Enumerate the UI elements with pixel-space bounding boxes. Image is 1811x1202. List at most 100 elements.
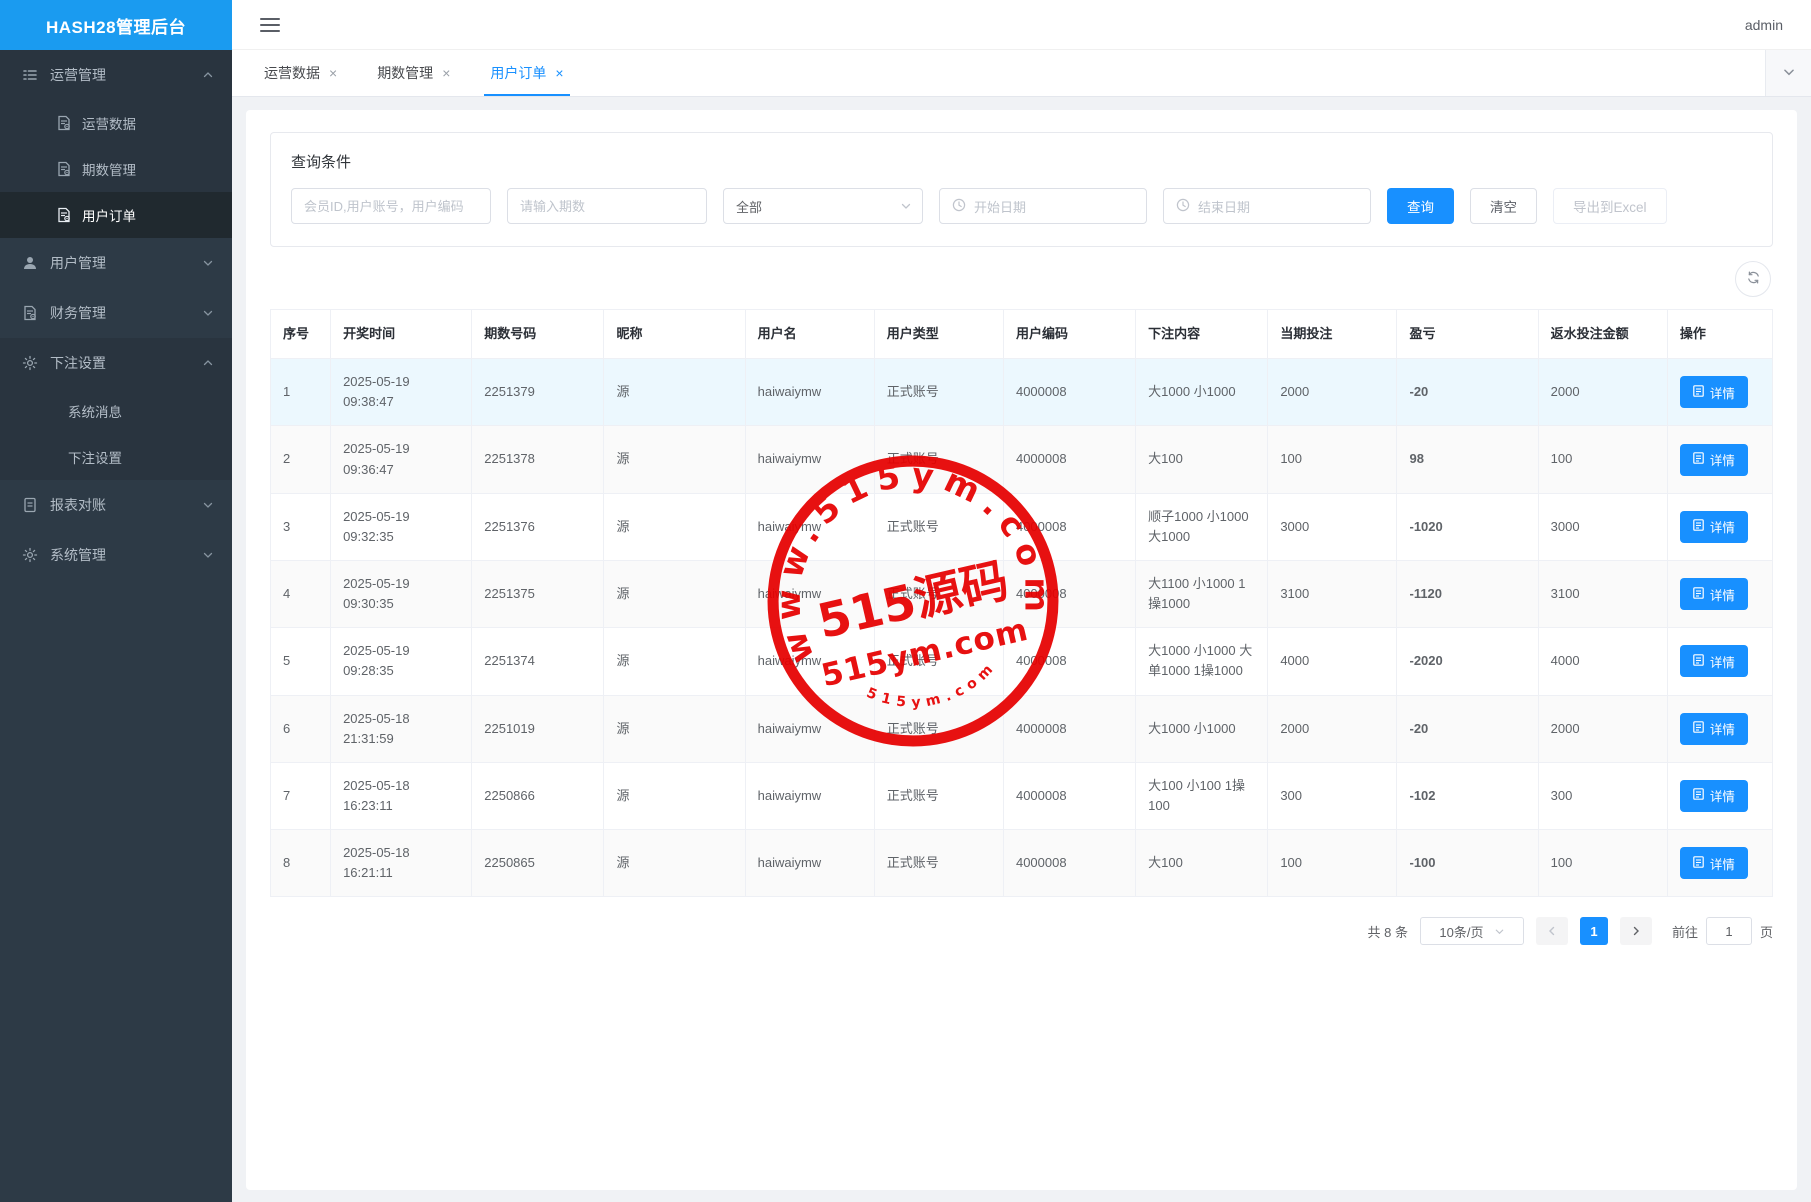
cell-index: 2 xyxy=(271,426,331,493)
column-header: 开奖时间 xyxy=(331,310,472,359)
member-search-input[interactable] xyxy=(291,188,491,224)
cell-user-code: 4000008 xyxy=(1003,695,1135,762)
cell-rebate: 2000 xyxy=(1538,695,1667,762)
period-input[interactable] xyxy=(507,188,707,224)
tab-period-management[interactable]: 期数管理× xyxy=(357,50,470,96)
cell-bet-content: 大1100 小1000 1操1000 xyxy=(1136,560,1268,627)
sidebar-item-finance-management[interactable]: 财务管理 xyxy=(0,288,232,338)
clock-icon xyxy=(1176,198,1190,215)
sidebar-item-system-messages[interactable]: 系统消息 xyxy=(0,388,232,434)
cell-user-type: 正式账号 xyxy=(874,830,1003,897)
chevron-down-icon xyxy=(202,499,214,511)
orders-table: 序号开奖时间期数号码昵称用户名用户类型用户编码下注内容当期投注盈亏返水投注金额操… xyxy=(270,309,1773,897)
export-excel-button[interactable]: 导出到Excel xyxy=(1553,188,1667,224)
cell-index: 5 xyxy=(271,628,331,695)
cell-username: haiwaiymw xyxy=(745,628,874,695)
search-button[interactable]: 查询 xyxy=(1387,188,1454,224)
hamburger-icon[interactable] xyxy=(260,18,280,32)
document-icon xyxy=(1693,385,1704,400)
cell-period: 2250866 xyxy=(472,762,604,829)
cell-nickname: 源 xyxy=(604,695,745,762)
cell-action: 详情 xyxy=(1667,359,1772,426)
cell-period: 2251375 xyxy=(472,560,604,627)
detail-button[interactable]: 详情 xyxy=(1680,780,1748,812)
column-header: 期数号码 xyxy=(472,310,604,359)
cell-username: haiwaiymw xyxy=(745,560,874,627)
start-date-picker[interactable]: 开始日期 xyxy=(939,188,1147,224)
prev-page-button[interactable] xyxy=(1536,917,1568,945)
sidebar-item-operations-data[interactable]: 运营数据 xyxy=(0,100,232,146)
cell-index: 4 xyxy=(271,560,331,627)
page-number-1[interactable]: 1 xyxy=(1580,917,1608,945)
type-select[interactable]: 全部 xyxy=(723,188,923,224)
close-icon[interactable]: × xyxy=(442,66,450,80)
gear-icon xyxy=(22,547,38,563)
page-size-select[interactable]: 10条/页 xyxy=(1420,917,1524,945)
table-header-row: 序号开奖时间期数号码昵称用户名用户类型用户编码下注内容当期投注盈亏返水投注金额操… xyxy=(271,310,1773,359)
cell-action: 详情 xyxy=(1667,426,1772,493)
detail-button-label: 详情 xyxy=(1710,786,1735,805)
doc-gear-icon xyxy=(56,115,72,131)
sidebar-item-operations-management[interactable]: 运营管理 xyxy=(0,50,232,100)
detail-button[interactable]: 详情 xyxy=(1680,713,1748,745)
cell-username: haiwaiymw xyxy=(745,493,874,560)
query-panel: 查询条件 全部 开始日期 xyxy=(270,132,1773,247)
sidebar-item-label: 用户订单 xyxy=(82,205,214,225)
clear-button[interactable]: 清空 xyxy=(1470,188,1537,224)
cell-nickname: 源 xyxy=(604,426,745,493)
detail-button[interactable]: 详情 xyxy=(1680,511,1748,543)
cell-bet-content: 大1000 小1000 大单1000 1操1000 xyxy=(1136,628,1268,695)
cell-profit: -1120 xyxy=(1397,560,1538,627)
cell-bet-amount: 100 xyxy=(1268,830,1397,897)
sidebar-item-period-management[interactable]: 期数管理 xyxy=(0,146,232,192)
next-page-button[interactable] xyxy=(1620,917,1652,945)
cell-profit: 98 xyxy=(1397,426,1538,493)
cell-action: 详情 xyxy=(1667,560,1772,627)
tab-operations-data[interactable]: 运营数据× xyxy=(244,50,357,96)
sidebar-item-label: 报表对账 xyxy=(50,495,202,515)
cell-username: haiwaiymw xyxy=(745,426,874,493)
detail-button[interactable]: 详情 xyxy=(1680,645,1748,677)
cell-user-type: 正式账号 xyxy=(874,359,1003,426)
detail-button-label: 详情 xyxy=(1710,450,1735,469)
cell-profit: -100 xyxy=(1397,830,1538,897)
cell-action: 详情 xyxy=(1667,830,1772,897)
cell-time: 2025-05-19 09:38:47 xyxy=(331,359,472,426)
cell-time: 2025-05-19 09:30:35 xyxy=(331,560,472,627)
sidebar-item-report-reconciliation[interactable]: 报表对账 xyxy=(0,480,232,530)
cell-user-code: 4000008 xyxy=(1003,560,1135,627)
sidebar-item-bet-settings[interactable]: 下注设置 xyxy=(0,338,232,388)
column-header: 用户名 xyxy=(745,310,874,359)
sidebar-section-system-management: 系统管理 xyxy=(0,530,232,580)
detail-button[interactable]: 详情 xyxy=(1680,444,1748,476)
refresh-button[interactable] xyxy=(1735,261,1771,297)
sidebar-item-bet-settings-sub[interactable]: 下注设置 xyxy=(0,434,232,480)
close-icon[interactable]: × xyxy=(555,66,563,80)
doc-icon xyxy=(22,497,38,513)
cell-rebate: 100 xyxy=(1538,426,1667,493)
cell-nickname: 源 xyxy=(604,359,745,426)
total-count: 共 8 条 xyxy=(1368,922,1408,941)
close-icon[interactable]: × xyxy=(329,66,337,80)
cell-nickname: 源 xyxy=(604,628,745,695)
cell-user-type: 正式账号 xyxy=(874,762,1003,829)
goto-page-suffix: 页 xyxy=(1760,922,1773,941)
user-menu[interactable]: admin xyxy=(1745,17,1783,33)
cell-user-code: 4000008 xyxy=(1003,762,1135,829)
cell-action: 详情 xyxy=(1667,493,1772,560)
sidebar-menu: 运营管理运营数据期数管理用户订单用户管理财务管理下注设置系统消息下注设置报表对账… xyxy=(0,50,232,1202)
end-date-picker[interactable]: 结束日期 xyxy=(1163,188,1371,224)
tab-user-orders[interactable]: 用户订单× xyxy=(470,50,583,96)
table-row: 62025-05-18 21:31:592251019源haiwaiymw正式账… xyxy=(271,695,1773,762)
detail-button[interactable]: 详情 xyxy=(1680,847,1748,879)
cell-bet-amount: 100 xyxy=(1268,426,1397,493)
chevron-down-icon xyxy=(202,257,214,269)
detail-button[interactable]: 详情 xyxy=(1680,376,1748,408)
cell-bet-amount: 3000 xyxy=(1268,493,1397,560)
sidebar-item-user-orders[interactable]: 用户订单 xyxy=(0,192,232,238)
detail-button[interactable]: 详情 xyxy=(1680,578,1748,610)
goto-page-input[interactable] xyxy=(1706,917,1752,945)
sidebar-item-user-management[interactable]: 用户管理 xyxy=(0,238,232,288)
tab-list-dropdown[interactable] xyxy=(1765,50,1811,96)
sidebar-item-system-management[interactable]: 系统管理 xyxy=(0,530,232,580)
